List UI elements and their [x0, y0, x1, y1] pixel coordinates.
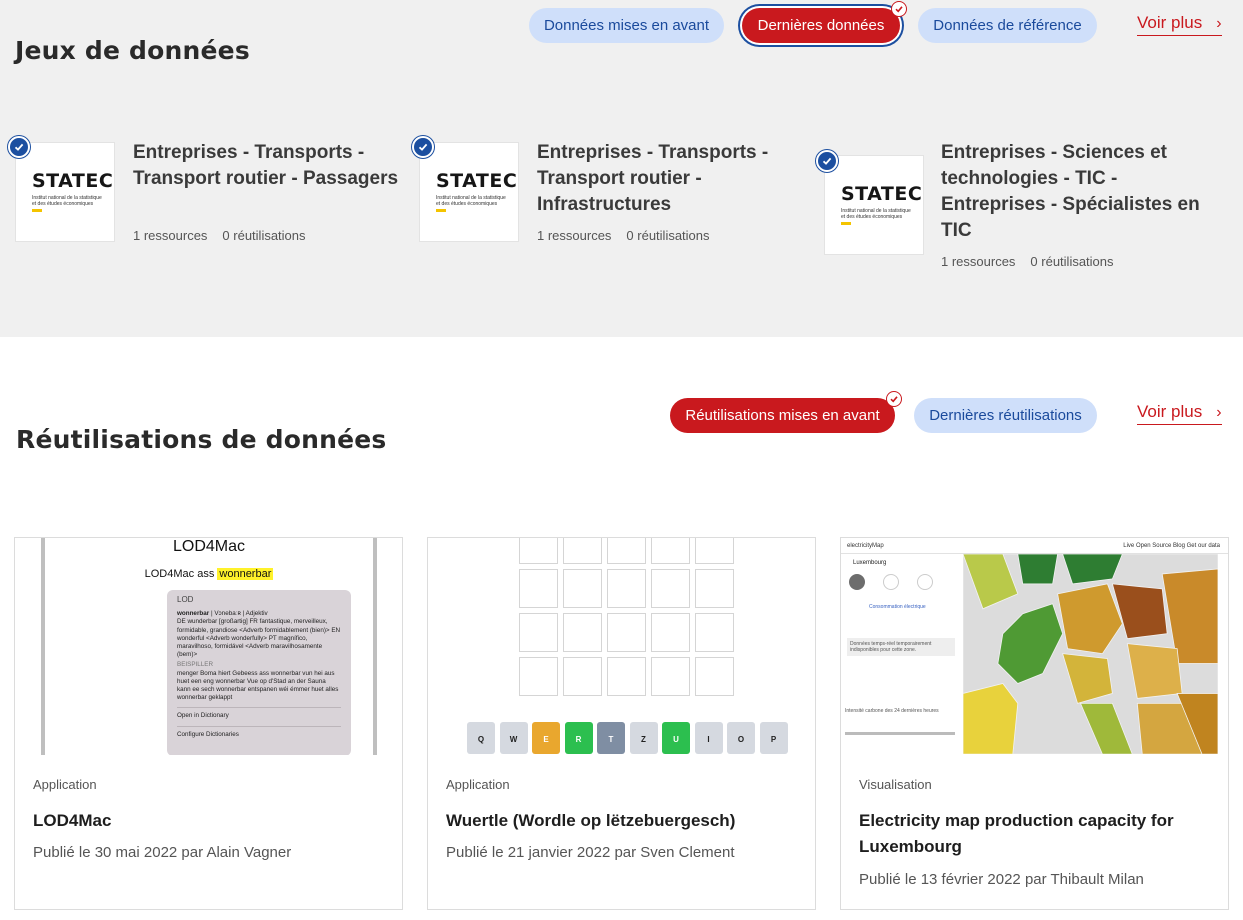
- keyboard-key-p: P: [759, 722, 788, 754]
- reuse-type: Application: [33, 777, 97, 792]
- tab-latest-datasets[interactable]: Dernières données: [742, 1, 907, 43]
- wordle-cell: [563, 538, 602, 564]
- reuse-published: Publié le 30 mai 2022 par Alain Vagner: [33, 844, 292, 861]
- certified-badge-icon: [412, 136, 434, 158]
- statec-logo: STATEC Institut national de la statistiq…: [419, 142, 519, 242]
- map-country-shape: [963, 683, 1019, 755]
- statec-logo-word: STATEC: [841, 183, 923, 205]
- keyboard-key-t: T: [597, 722, 625, 754]
- reuse-card[interactable]: QWERTZUIOP Application Wuertle (Wordle o…: [427, 537, 816, 910]
- keyboard-key-w: W: [499, 722, 528, 754]
- keyboard-key-u: U: [662, 722, 690, 754]
- wordle-cell: [651, 538, 690, 564]
- statec-logo-word: STATEC: [32, 170, 114, 192]
- tab-reference-datasets[interactable]: Données de référence: [918, 8, 1097, 43]
- wordle-cell: [519, 569, 558, 608]
- dataset-title[interactable]: Entreprises - Transports - Transport rou…: [537, 140, 807, 218]
- statec-logo-subtitle: Institut national de la statistique et d…: [841, 208, 911, 220]
- keyboard-key-o: O: [727, 722, 755, 754]
- electricity-map-panel: Luxembourg Consommation électrique Donné…: [841, 554, 963, 755]
- datasets-see-more-link[interactable]: Voir plus ›: [1137, 13, 1222, 36]
- wordle-cell: [651, 613, 690, 652]
- datasets-section-title: Jeux de données: [15, 36, 250, 65]
- electricity-map-brand: electricityMap: [847, 543, 884, 549]
- tab-latest-datasets-label: Dernières données: [757, 17, 885, 34]
- wordle-cell: [695, 657, 734, 696]
- reuses-section-title: Réutilisations de données: [16, 425, 387, 454]
- chevron-right-icon: ›: [1216, 404, 1222, 421]
- statec-logo: STATEC Institut national de la statistiq…: [824, 155, 924, 255]
- electricity-map-topbar: electricityMap Live Open Source Blog Get…: [841, 538, 1228, 554]
- reuse-thumbnail-lod4mac: LOD4Mac LOD4Mac ass wonnerbar LOD wonner…: [15, 538, 402, 755]
- tab-latest-reuses[interactable]: Dernières réutilisations: [914, 398, 1097, 433]
- wordle-cell: [563, 657, 602, 696]
- dataset-title[interactable]: Entreprises - Transports - Transport rou…: [133, 140, 403, 192]
- dataset-meta: 1 ressources 0 réutilisations: [133, 228, 306, 243]
- dataset-meta: 1 ressources 0 réutilisations: [537, 228, 710, 243]
- certified-badge-icon: [816, 150, 838, 172]
- electricity-map-nav: Live Open Source Blog Get our data: [1123, 543, 1220, 549]
- wordle-cell: [607, 613, 646, 652]
- reuse-title[interactable]: LOD4Mac: [33, 808, 373, 834]
- lod4mac-sentence: LOD4Mac ass wonnerbar: [144, 568, 274, 580]
- keyboard-key-q: Q: [467, 722, 495, 754]
- selected-check-icon: [891, 1, 907, 17]
- wordle-cell: [563, 613, 602, 652]
- tab-featured-reuses-label: Réutilisations mises en avant: [685, 407, 880, 424]
- wordle-cell: [519, 613, 558, 652]
- reuse-thumbnail-electricity-map: electricityMap Live Open Source Blog Get…: [841, 538, 1228, 755]
- wordle-cell: [519, 538, 558, 564]
- reuse-published: Publié le 13 février 2022 par Thibault M…: [859, 871, 1144, 888]
- reuses-see-more-label: Voir plus: [1137, 402, 1203, 421]
- electricity-map-europe: [963, 554, 1218, 755]
- wordle-cell: [695, 569, 734, 608]
- statec-logo-word: STATEC: [436, 170, 518, 192]
- reuses-see-more-link[interactable]: Voir plus ›: [1137, 402, 1222, 425]
- dataset-reuses-count: 0 réutilisations: [626, 228, 710, 243]
- statec-logo: STATEC Institut national de la statistiq…: [15, 142, 115, 242]
- reuse-card[interactable]: electricityMap Live Open Source Blog Get…: [840, 537, 1229, 910]
- statec-logo-subtitle: Institut national de la statistique et d…: [32, 195, 102, 207]
- map-country-shape: [1017, 554, 1059, 585]
- dataset-resources-count: 1 ressources: [537, 228, 612, 243]
- reuse-title[interactable]: Electricity map production capacity for …: [859, 808, 1199, 860]
- wordle-cell: [651, 657, 690, 696]
- reuse-published: Publié le 21 janvier 2022 par Sven Cleme…: [446, 844, 735, 861]
- dataset-meta: 1 ressources 0 réutilisations: [941, 254, 1114, 269]
- dataset-resources-count: 1 ressources: [133, 228, 208, 243]
- wordle-cell: [519, 657, 558, 696]
- certified-badge-icon: [8, 136, 30, 158]
- map-country-shape: [1126, 643, 1183, 699]
- tab-featured-reuses[interactable]: Réutilisations mises en avant: [670, 391, 902, 433]
- reuse-thumbnail-wuertle: QWERTZUIOP: [428, 538, 815, 755]
- wordle-cell: [607, 657, 646, 696]
- reuse-card[interactable]: LOD4Mac LOD4Mac ass wonnerbar LOD wonner…: [14, 537, 403, 910]
- wordle-cell: [607, 569, 646, 608]
- keyboard-key-z: Z: [629, 722, 658, 754]
- electricity-map-toolbar: [1218, 554, 1228, 755]
- reuse-type: Application: [446, 777, 510, 792]
- dataset-reuses-count: 0 réutilisations: [222, 228, 306, 243]
- lod4mac-dictionary-popup: LOD wonnerbar | Vɔnebaːʀ | Adjektiv DE w…: [167, 590, 351, 755]
- selected-check-icon: [886, 391, 902, 407]
- dataset-resources-count: 1 ressources: [941, 254, 1016, 269]
- lod4mac-app-title: LOD4Mac: [172, 538, 246, 555]
- datasets-section: Jeux de données Données mises en avant D…: [0, 0, 1243, 337]
- wordle-cell: [607, 538, 646, 564]
- wordle-cell: [651, 569, 690, 608]
- reuse-title[interactable]: Wuertle (Wordle op lëtzebuergesch): [446, 808, 786, 834]
- wordle-cell: [563, 569, 602, 608]
- chevron-right-icon: ›: [1216, 15, 1222, 32]
- keyboard-key-e: E: [532, 722, 560, 754]
- keyboard-key-i: I: [694, 722, 723, 754]
- keyboard-key-r: R: [564, 722, 593, 754]
- tab-featured-datasets[interactable]: Données mises en avant: [529, 8, 724, 43]
- wordle-cell: [695, 538, 734, 564]
- datasets-see-more-label: Voir plus: [1137, 13, 1203, 32]
- dataset-title[interactable]: Entreprises - Sciences et technologies -…: [941, 140, 1211, 244]
- statec-logo-subtitle: Institut national de la statistique et d…: [436, 195, 506, 207]
- dataset-reuses-count: 0 réutilisations: [1030, 254, 1114, 269]
- wordle-cell: [695, 613, 734, 652]
- reuse-type: Visualisation: [859, 777, 932, 792]
